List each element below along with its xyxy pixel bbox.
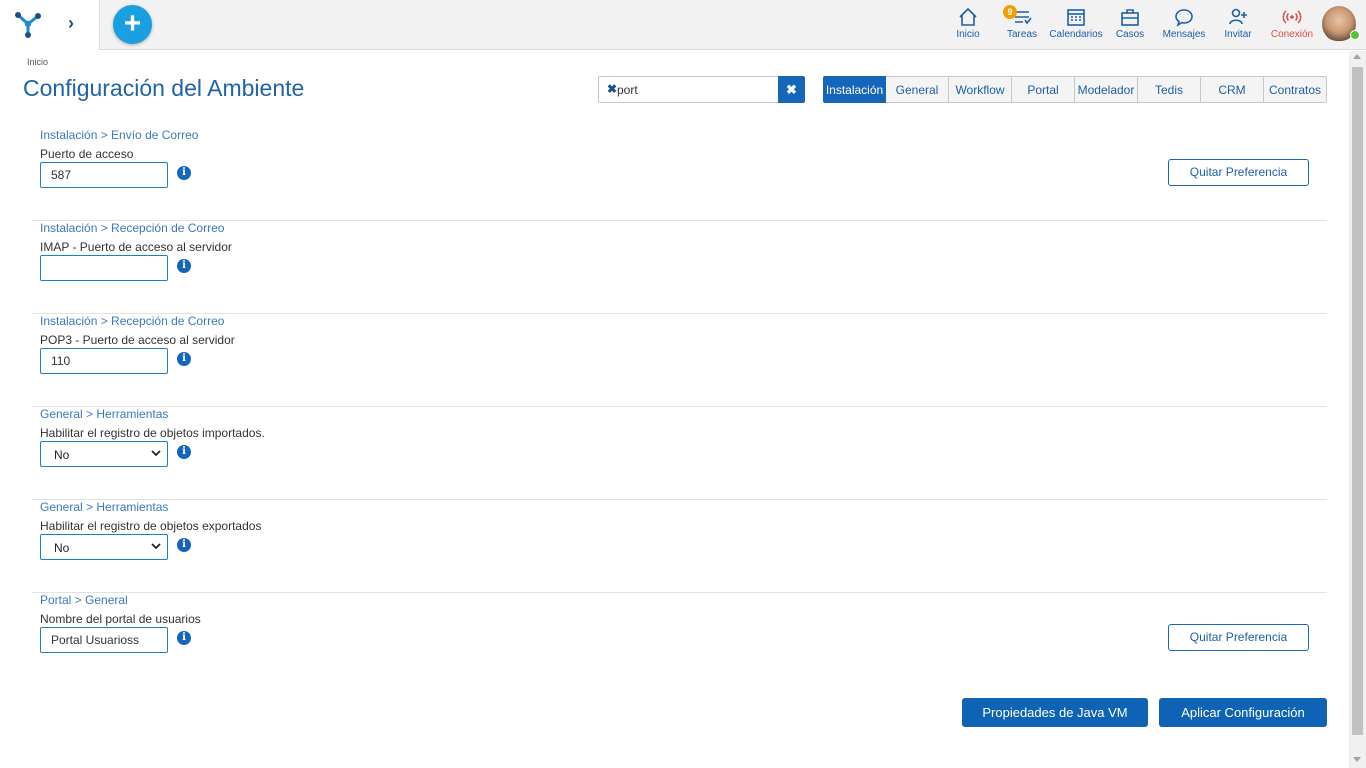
tab-contratos[interactable]: Contratos	[1264, 76, 1327, 103]
select-value: No	[54, 448, 70, 462]
online-status-indicator	[1350, 30, 1360, 40]
nav-tareas[interactable]: 9 Tareas	[1003, 5, 1039, 45]
tab-instalacion[interactable]: Instalación	[823, 76, 886, 103]
setting-path: General > Herramientas	[40, 500, 169, 514]
setting-item: General > Herramientas Habilitar el regi…	[32, 500, 1327, 593]
info-icon[interactable]: i	[177, 631, 191, 645]
setting-path: Portal > General	[40, 593, 128, 607]
nav-label: Invitar	[1224, 29, 1252, 40]
tab-tedis[interactable]: Tedis	[1138, 76, 1201, 103]
java-vm-properties-button[interactable]: Propiedades de Java VM	[962, 698, 1148, 727]
connection-icon	[1282, 10, 1302, 24]
breadcrumb[interactable]: Inicio	[27, 57, 48, 67]
remove-preference-button[interactable]: Quitar Preferencia	[1168, 159, 1309, 186]
nav-label: Conexión	[1270, 29, 1314, 40]
setting-label: Habilitar el registro de objetos importa…	[40, 426, 265, 440]
info-icon[interactable]: i	[177, 445, 191, 459]
setting-label: IMAP - Puerto de acceso al servidor	[40, 240, 232, 254]
nav-calendarios[interactable]: Calendarios	[1049, 7, 1103, 45]
apply-configuration-button[interactable]: Aplicar Configuración	[1159, 698, 1327, 727]
tab-general[interactable]: General	[886, 76, 949, 103]
nav-inicio[interactable]: Inicio	[954, 7, 982, 45]
scroll-down-arrow-icon[interactable]	[1353, 757, 1361, 762]
select-value: No	[54, 541, 70, 555]
setting-value-select[interactable]: No	[40, 534, 168, 560]
briefcase-icon	[1121, 9, 1139, 26]
chevron-down-icon	[151, 543, 161, 550]
setting-label: Nombre del portal de usuarios	[40, 612, 201, 626]
tab-modelador[interactable]: Modelador	[1075, 76, 1138, 103]
search-box: ✖	[598, 76, 779, 103]
remove-preference-button[interactable]: Quitar Preferencia	[1168, 624, 1309, 651]
close-icon: ✖	[786, 82, 797, 97]
setting-label: Habilitar el registro de objetos exporta…	[40, 519, 262, 533]
add-button[interactable]: +	[113, 5, 152, 44]
logo-area: ›	[0, 0, 100, 50]
setting-item: Portal > General Nombre del portal de us…	[32, 593, 1327, 686]
search-filter-remove-icon[interactable]: ✖	[607, 82, 617, 96]
nav-label: Casos	[1115, 29, 1145, 40]
nav-conexion[interactable]: Conexión	[1270, 7, 1314, 45]
setting-label: Puerto de acceso	[40, 147, 134, 161]
info-icon[interactable]: i	[177, 352, 191, 366]
scroll-up-arrow-icon[interactable]	[1353, 54, 1361, 59]
setting-item: General > Herramientas Habilitar el regi…	[32, 407, 1327, 500]
tasks-badge: 9	[1003, 5, 1017, 19]
tab-workflow[interactable]: Workflow	[949, 76, 1012, 103]
setting-path: Instalación > Recepción de Correo	[40, 314, 225, 328]
setting-path: General > Herramientas	[40, 407, 169, 421]
tab-crm[interactable]: CRM	[1201, 76, 1264, 103]
nav-invitar[interactable]: Invitar	[1222, 7, 1254, 45]
setting-value-input[interactable]	[40, 627, 168, 653]
chevron-down-icon	[151, 450, 161, 457]
expand-chevron-icon[interactable]: ›	[68, 13, 74, 34]
setting-value-input[interactable]	[40, 162, 168, 188]
setting-value-select[interactable]: No	[40, 441, 168, 467]
nav-label: Calendarios	[1049, 29, 1103, 40]
setting-item: Instalación > Recepción de Correo POP3 -…	[32, 314, 1327, 407]
home-icon	[959, 8, 977, 26]
search-clear-button[interactable]: ✖	[778, 76, 805, 103]
invite-user-icon	[1229, 8, 1247, 25]
tab-portal[interactable]: Portal	[1012, 76, 1075, 103]
info-icon[interactable]: i	[177, 166, 191, 180]
search-input[interactable]	[617, 81, 772, 99]
message-icon	[1175, 9, 1193, 27]
nav-label: Mensajes	[1162, 29, 1206, 40]
nav-casos[interactable]: Casos	[1115, 7, 1145, 45]
nav-label: Inicio	[956, 29, 980, 40]
info-icon[interactable]: i	[177, 259, 191, 273]
page-title: Configuración del Ambiente	[23, 75, 305, 101]
top-bar: › + Inicio 9 Tareas Calendarios Casos Me…	[0, 0, 1366, 50]
setting-path: Instalación > Envío de Correo	[40, 128, 199, 142]
calendar-icon	[1067, 9, 1085, 26]
nav-mensajes[interactable]: Mensajes	[1162, 7, 1206, 45]
info-icon[interactable]: i	[177, 538, 191, 552]
setting-label: POP3 - Puerto de acceso al servidor	[40, 333, 235, 347]
setting-value-input[interactable]	[40, 255, 168, 281]
setting-path: Instalación > Recepción de Correo	[40, 221, 225, 235]
setting-item: Instalación > Envío de Correo Puerto de …	[32, 128, 1327, 221]
category-tabs: Instalación General Workflow Portal Mode…	[823, 76, 1327, 103]
setting-item: Instalación > Recepción de Correo IMAP -…	[32, 221, 1327, 314]
setting-value-input[interactable]	[40, 348, 168, 374]
nav-label: Tareas	[1006, 29, 1037, 40]
app-logo-icon[interactable]	[12, 9, 44, 39]
scrollbar-thumb[interactable]	[1352, 67, 1363, 735]
